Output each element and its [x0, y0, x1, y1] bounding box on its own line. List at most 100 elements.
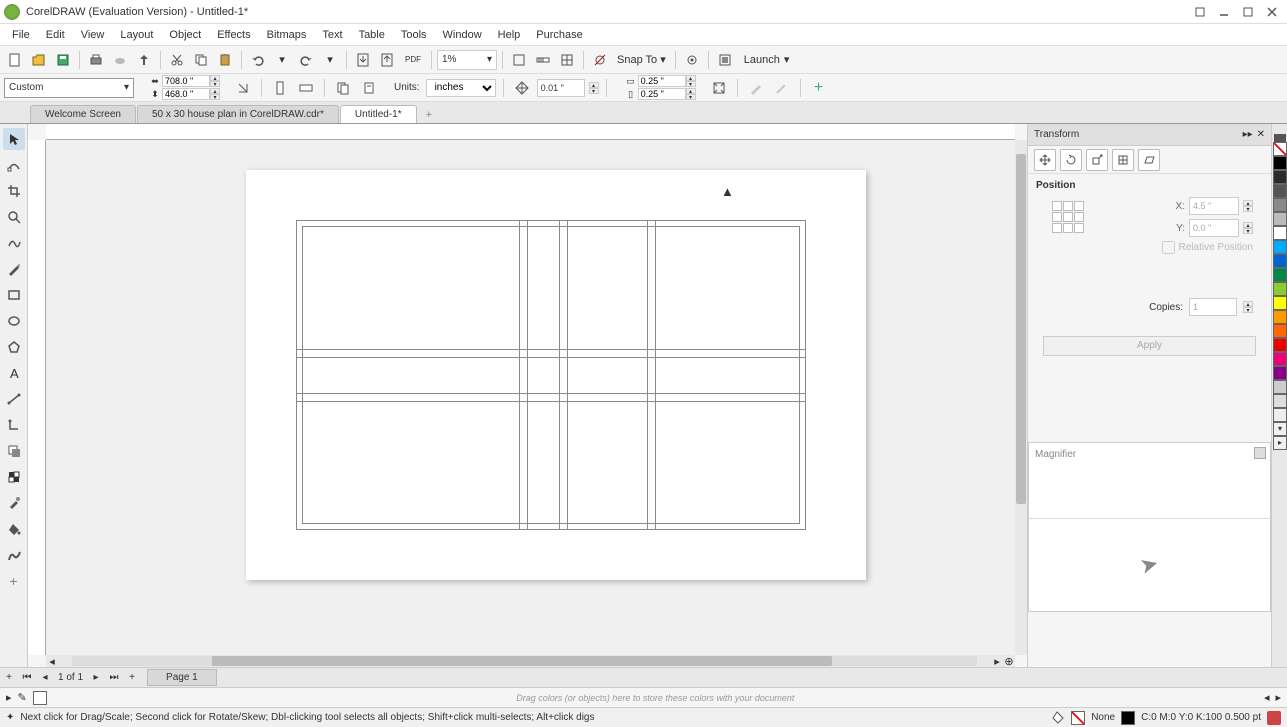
portrait-button[interactable] — [269, 77, 291, 99]
menu-object[interactable]: Object — [161, 24, 209, 45]
current-page-button[interactable] — [358, 77, 380, 99]
color-swatch[interactable] — [1273, 184, 1287, 198]
copies-input[interactable] — [1189, 298, 1237, 316]
vertical-scrollbar[interactable] — [1015, 140, 1027, 655]
page-tab[interactable]: Page 1 — [147, 669, 217, 686]
grid-button[interactable] — [556, 49, 578, 71]
edit-fill-button[interactable] — [745, 77, 767, 99]
navigator-icon[interactable]: ⊕ — [1003, 655, 1015, 668]
drop-shadow-tool[interactable] — [3, 440, 25, 462]
menu-tools[interactable]: Tools — [393, 24, 435, 45]
menu-window[interactable]: Window — [435, 24, 490, 45]
color-swatch[interactable] — [1273, 226, 1287, 240]
color-swatch[interactable] — [1273, 156, 1287, 170]
menu-effects[interactable]: Effects — [209, 24, 258, 45]
eyedropper-tool[interactable] — [3, 492, 25, 514]
fill-swatch[interactable] — [1071, 711, 1085, 725]
relative-checkbox[interactable] — [1162, 241, 1175, 254]
add-preset-button[interactable]: + — [808, 77, 830, 99]
drawing-canvas[interactable]: ▲ — [46, 140, 1015, 655]
artistic-media-tool[interactable] — [3, 258, 25, 280]
save-button[interactable] — [52, 49, 74, 71]
last-page-button[interactable]: ⏭ — [105, 669, 123, 687]
menu-view[interactable]: View — [73, 24, 113, 45]
add-page-after-button[interactable]: + — [123, 669, 141, 687]
ellipse-tool[interactable] — [3, 310, 25, 332]
rotate-mode-button[interactable] — [1060, 149, 1082, 171]
color-swatch[interactable] — [1273, 282, 1287, 296]
horizontal-scrollbar[interactable]: ◂ ▸ ⊕ — [46, 655, 1015, 667]
page-width-input[interactable] — [162, 75, 210, 87]
position-mode-button[interactable] — [1034, 149, 1056, 171]
scale-mode-button[interactable] — [1086, 149, 1108, 171]
docker-collapse-button[interactable]: ▸▸ — [1243, 129, 1253, 140]
first-page-button[interactable]: ⏮ — [18, 669, 36, 687]
snap-to-dropdown[interactable]: Snap To ▾ — [613, 53, 670, 66]
skew-mode-button[interactable] — [1138, 149, 1160, 171]
next-page-button[interactable]: ▸ — [87, 669, 105, 687]
orientation-lock-button[interactable] — [232, 77, 254, 99]
cut-button[interactable] — [166, 49, 188, 71]
tab-untitled[interactable]: Untitled-1* — [340, 105, 417, 123]
palette-flyout[interactable]: ▸ — [1273, 436, 1287, 450]
shape-tool[interactable] — [3, 154, 25, 176]
polygon-tool[interactable] — [3, 336, 25, 358]
snap-off-button[interactable] — [589, 49, 611, 71]
magnifier-viewport[interactable]: ➤ — [1029, 518, 1270, 611]
dupy-input[interactable] — [638, 88, 686, 100]
menu-text[interactable]: Text — [314, 24, 350, 45]
color-proof-icon[interactable] — [1267, 711, 1281, 725]
tab-welcome[interactable]: Welcome Screen — [30, 105, 136, 123]
redo-dropdown[interactable]: ▾ — [319, 49, 341, 71]
color-swatch[interactable] — [1273, 310, 1287, 324]
color-swatch[interactable] — [1273, 254, 1287, 268]
anchor-grid[interactable] — [1052, 201, 1084, 258]
export-button[interactable] — [376, 49, 398, 71]
color-swatch[interactable] — [1273, 296, 1287, 310]
doc-restore-button[interactable] — [1189, 3, 1211, 21]
menu-help[interactable]: Help — [490, 24, 529, 45]
fill-tool[interactable] — [3, 518, 25, 540]
height-spinner[interactable]: ▴▾ — [210, 88, 220, 100]
fullscreen-button[interactable] — [508, 49, 530, 71]
maximize-button[interactable] — [1237, 3, 1259, 21]
add-tab-button[interactable]: + — [418, 107, 440, 123]
pick-tool[interactable] — [3, 128, 25, 150]
prev-page-button[interactable]: ◂ — [36, 669, 54, 687]
color-swatch[interactable] — [1273, 338, 1287, 352]
size-mode-button[interactable] — [1112, 149, 1134, 171]
menu-edit[interactable]: Edit — [38, 24, 73, 45]
publish-button[interactable] — [133, 49, 155, 71]
options-button[interactable] — [681, 49, 703, 71]
treat-as-filled-button[interactable] — [708, 77, 730, 99]
close-button[interactable] — [1261, 3, 1283, 21]
add-page-button[interactable]: + — [0, 669, 18, 687]
all-pages-button[interactable] — [332, 77, 354, 99]
launch-icon[interactable] — [714, 49, 736, 71]
add-tool-button[interactable]: + — [3, 570, 25, 592]
zoom-tool[interactable] — [3, 206, 25, 228]
nudge-input[interactable] — [537, 79, 585, 97]
color-swatch[interactable] — [1273, 366, 1287, 380]
smart-fill-tool[interactable] — [3, 544, 25, 566]
zoom-combo[interactable]: 1%▾ — [437, 50, 497, 70]
drawn-rectangle-outer[interactable] — [296, 220, 806, 530]
connector-tool[interactable] — [3, 414, 25, 436]
import-button[interactable] — [352, 49, 374, 71]
redo-button[interactable] — [295, 49, 317, 71]
menu-file[interactable]: File — [4, 24, 38, 45]
color-swatch[interactable] — [1273, 324, 1287, 338]
drawn-rectangle-inner[interactable] — [302, 226, 800, 524]
magnifier-menu-button[interactable] — [1254, 447, 1266, 459]
color-swatch[interactable] — [1273, 394, 1287, 408]
open-button[interactable] — [28, 49, 50, 71]
palette-scroll-down[interactable]: ▾ — [1273, 422, 1287, 436]
transparency-tool[interactable] — [3, 466, 25, 488]
color-swatch[interactable] — [1273, 408, 1287, 422]
color-none[interactable] — [1273, 142, 1287, 156]
width-spinner[interactable]: ▴▾ — [210, 75, 220, 87]
page-height-input[interactable] — [162, 88, 210, 100]
color-swatch[interactable] — [1273, 240, 1287, 254]
x-input[interactable] — [1189, 197, 1239, 215]
pdf-button[interactable]: PDF — [400, 49, 426, 71]
